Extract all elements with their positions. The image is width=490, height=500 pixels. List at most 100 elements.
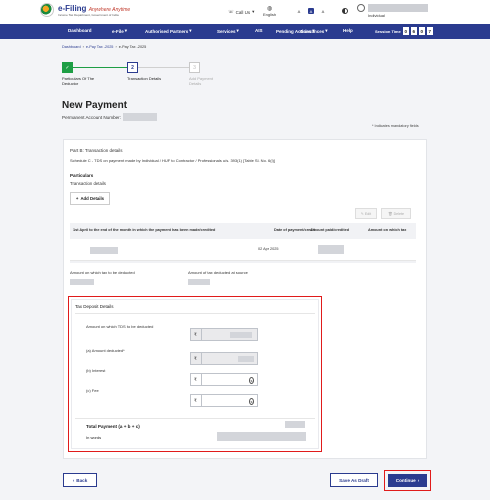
particulars-heading: Particulars — [70, 173, 94, 178]
schedule-text: Schedule C - TDS on payment made by Indi… — [70, 158, 275, 163]
chevron-down-icon: ▾ — [252, 9, 255, 14]
back-button[interactable]: ‹ Back — [63, 473, 97, 487]
amount-redacted — [237, 355, 254, 362]
table-header: Date of payment/credit — [274, 228, 315, 232]
nav-services[interactable]: Services ▾ — [217, 28, 239, 34]
breadcrumb-epay[interactable]: e-Pay Tax -2025 — [86, 45, 114, 49]
amount-deducted-label: (a) Amount deducted* — [86, 348, 125, 353]
call-us-label: Call Us — [235, 9, 251, 15]
tax-deducted-label: Amount of tax deducted at source — [188, 270, 248, 275]
delete-button[interactable]: 🗑 Delete — [381, 208, 411, 219]
transaction-table: 1st April to the end of the month in whi… — [70, 223, 416, 263]
chevron-down-icon: ▾ — [124, 28, 128, 33]
edit-button[interactable]: ✎ Edit — [355, 208, 377, 219]
tax-redacted — [188, 279, 210, 285]
nav-authorised-partners[interactable]: Authorised Partners ▾ — [145, 28, 192, 34]
mandatory-note: * Indicates mandatory fields — [372, 124, 419, 128]
step-add-payment: 3 Add Payment Details — [189, 62, 249, 86]
step-transaction-details: 2 Transaction Details — [127, 62, 187, 81]
phone-icon: ☏ — [228, 9, 234, 14]
font-increase-button[interactable]: A — [320, 8, 326, 14]
table-header: Amount on which tax — [368, 228, 407, 232]
session-digit: 0 — [418, 27, 425, 35]
amount-deducted-field[interactable]: ₹ — [190, 352, 258, 365]
top-header: e-Filing Anywhere Anytime Income Tax Dep… — [0, 0, 490, 24]
tds-amount-label: Amount on which TDS to be deducted — [86, 324, 154, 329]
user-name-redacted — [368, 4, 428, 12]
cell-redacted — [318, 245, 344, 254]
nav-help[interactable]: Help — [343, 28, 353, 33]
chevron-down-icon: ▾ — [189, 28, 192, 33]
nav-grievances[interactable]: Grievances ▾ — [300, 28, 328, 34]
rupee-icon: ₹ — [194, 355, 197, 361]
step-number: 2 — [127, 62, 138, 73]
rupee-icon: ₹ — [194, 397, 197, 403]
font-normal-button[interactable]: A — [308, 8, 314, 14]
total-redacted — [285, 421, 305, 428]
pan-label: Permanent Account Number: — [62, 114, 121, 120]
session-digit: 6 — [410, 27, 417, 35]
chevron-down-icon: ▾ — [236, 28, 239, 33]
tax-deposit-highlight: Tax Deposit Details Amount on which TDS … — [68, 296, 322, 452]
amount-deducted-label: Amount on which tax to be deducted — [70, 270, 135, 275]
user-role: Individual — [368, 13, 385, 18]
chevron-down-icon: ▾ — [325, 28, 328, 33]
interest-field[interactable]: ₹ ⇅ — [190, 373, 258, 386]
plus-icon: + — [75, 196, 79, 201]
contrast-toggle-icon[interactable] — [342, 8, 348, 14]
efiling-logo[interactable]: e-Filing Anywhere Anytime Income Tax Dep… — [40, 3, 130, 17]
pan-value-redacted — [122, 113, 157, 121]
user-profile-menu[interactable]: Individual — [357, 4, 428, 18]
table-header: Amount paid/credited — [310, 228, 350, 232]
continue-button[interactable]: Continue › — [388, 474, 427, 487]
rupee-icon: ₹ — [194, 331, 197, 337]
step-particulars: ✓ Particulars Of The Deductor — [62, 62, 122, 86]
step-number: 3 — [189, 62, 200, 73]
trash-icon: 🗑 — [388, 211, 393, 216]
rupee-icon: ₹ — [194, 376, 197, 382]
breadcrumb: Dashboard › e-Pay Tax -2025 › e-Pay Tax -2… — [62, 45, 147, 49]
user-avatar-icon — [357, 4, 365, 12]
session-digit: 0 — [402, 27, 409, 35]
language-selector[interactable]: ◍ English — [263, 5, 276, 17]
logo-tagline: Anywhere Anytime — [88, 6, 131, 13]
session-digit: 7 — [426, 27, 433, 35]
nav-ais[interactable]: AIS — [255, 28, 263, 33]
session-timer: Session Time 0 6 0 7 — [375, 27, 433, 35]
emblem-icon — [40, 3, 54, 17]
in-words-label: In words — [86, 435, 102, 440]
add-details-button[interactable]: + Add Details — [70, 192, 110, 205]
call-us-menu[interactable]: ☏ Call Us ▾ — [228, 9, 254, 15]
tax-deposit-section: Tax Deposit Details Amount on which TDS … — [71, 299, 319, 449]
cell-date: 02 Apr 2025 — [258, 247, 279, 251]
amount-redacted — [229, 331, 252, 338]
cell-redacted — [90, 247, 118, 254]
globe-icon: ◍ — [266, 6, 273, 12]
table-row[interactable]: 02 Apr 2025 — [70, 239, 416, 261]
page-title: New Payment — [62, 100, 128, 111]
transaction-details-label: Transaction details — [70, 181, 106, 186]
check-icon: ✓ — [62, 62, 73, 73]
fee-label: (c) Fee — [86, 388, 99, 393]
pan-info: Permanent Account Number: — [62, 113, 157, 121]
breadcrumb-dashboard[interactable]: Dashboard — [62, 45, 81, 49]
chevron-left-icon: ‹ — [72, 477, 75, 483]
nav-dashboard[interactable]: Dashboard — [68, 28, 92, 33]
tds-amount-field: ₹ — [190, 328, 258, 341]
save-draft-button[interactable]: Save As Draft — [330, 473, 378, 487]
fee-field[interactable]: ₹ ⇅ — [190, 394, 258, 407]
spinner-icon[interactable]: ⇅ — [249, 398, 254, 405]
logo-subtitle: Income Tax Department, Government of Ind… — [58, 12, 119, 17]
transaction-card: Part B: Transaction details Schedule C -… — [63, 139, 427, 459]
words-redacted — [217, 432, 306, 441]
main-nav: Dashboard e-File ▾ Authorised Partners ▾ S… — [0, 24, 490, 39]
spinner-icon[interactable]: ⇅ — [249, 377, 254, 384]
part-title: Part B: Transaction details — [70, 148, 123, 153]
amount-redacted — [70, 279, 94, 285]
font-decrease-button[interactable]: A — [296, 8, 302, 14]
total-payment-label: Total Payment (a + b + c) — [86, 424, 140, 429]
nav-efile[interactable]: e-File ▾ — [112, 28, 127, 34]
interest-label: (b) Interest — [86, 368, 106, 373]
table-header: 1st April to the end of the month in whi… — [73, 228, 216, 232]
logo-title: e-Filing — [58, 3, 87, 13]
